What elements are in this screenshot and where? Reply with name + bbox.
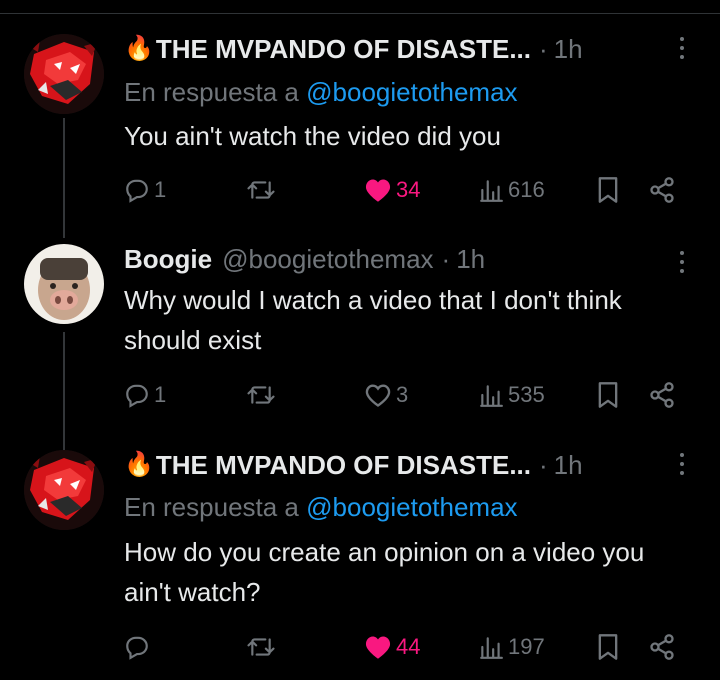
views-icon bbox=[480, 180, 503, 202]
mention-link[interactable]: @boogietothemax bbox=[306, 77, 517, 107]
tweet-text: Why would I watch a video that I don't t… bbox=[124, 285, 622, 355]
tweet[interactable]: Boogie @boogietothemax · 1h Why would I … bbox=[0, 230, 720, 440]
views-icon bbox=[480, 385, 503, 407]
reply-count: 1 bbox=[154, 177, 167, 202]
tweet[interactable]: 🔥 THE MVPANDO OF DISASTE... · 1h En resp… bbox=[0, 440, 720, 680]
reply-icon bbox=[126, 636, 148, 660]
display-name[interactable]: THE MVPANDO OF DISASTE... bbox=[156, 32, 531, 66]
reply-button[interactable] bbox=[124, 629, 154, 665]
replying-to: En respuesta a @boogietothemax bbox=[124, 75, 518, 109]
display-name[interactable]: Boogie bbox=[124, 242, 212, 276]
like-button[interactable]: 34 bbox=[364, 172, 420, 208]
bookmark-icon bbox=[598, 382, 618, 408]
like-button[interactable]: 44 bbox=[364, 629, 420, 665]
timestamp[interactable]: 1h bbox=[554, 448, 583, 482]
tweet-header: 🔥 THE MVPANDO OF DISASTE... · 1h bbox=[124, 32, 650, 66]
heart-icon bbox=[365, 384, 391, 407]
replying-to: En respuesta a @boogietothemax bbox=[124, 490, 518, 524]
tweet[interactable]: 🔥 THE MVPANDO OF DISASTE... · 1h En resp… bbox=[0, 0, 720, 230]
share-button[interactable] bbox=[648, 629, 676, 665]
timestamp[interactable]: 1h bbox=[456, 242, 485, 276]
retweet-button[interactable] bbox=[246, 629, 280, 665]
views-count: 616 bbox=[508, 177, 545, 202]
mention-link[interactable]: @boogietothemax bbox=[306, 492, 517, 522]
fire-emoji: 🔥 bbox=[124, 35, 154, 62]
reply-icon bbox=[126, 179, 148, 203]
retweet-icon bbox=[247, 638, 275, 656]
action-bar: 1 34 616 bbox=[124, 172, 684, 208]
views-count: 535 bbox=[508, 382, 545, 407]
separator-dot: · bbox=[441, 244, 451, 274]
tweet-text: You ain't watch the video did you bbox=[124, 121, 501, 151]
views-button[interactable]: 197 bbox=[478, 629, 545, 665]
views-button[interactable]: 535 bbox=[478, 377, 545, 413]
bookmark-button[interactable] bbox=[596, 629, 620, 665]
share-icon bbox=[650, 382, 674, 408]
bookmark-icon bbox=[598, 634, 618, 660]
like-count: 34 bbox=[396, 177, 421, 202]
share-button[interactable] bbox=[648, 377, 676, 413]
share-icon bbox=[650, 177, 674, 203]
more-icon[interactable] bbox=[678, 251, 686, 273]
display-name[interactable]: THE MVPANDO OF DISASTE... bbox=[156, 448, 531, 482]
reply-button[interactable]: 1 bbox=[124, 377, 166, 413]
views-icon bbox=[480, 637, 503, 659]
avatar[interactable] bbox=[24, 450, 104, 530]
like-button[interactable]: 3 bbox=[364, 377, 408, 413]
avatar[interactable] bbox=[24, 34, 104, 114]
like-count: 44 bbox=[396, 634, 421, 659]
reply-button[interactable]: 1 bbox=[124, 172, 166, 208]
tweet-text: How do you create an opinion on a video … bbox=[124, 537, 645, 607]
share-icon bbox=[650, 634, 674, 660]
share-button[interactable] bbox=[648, 172, 676, 208]
separator-dot: · bbox=[539, 450, 548, 480]
bookmark-button[interactable] bbox=[596, 172, 620, 208]
replying-prefix: En respuesta a bbox=[124, 492, 307, 522]
separator-dot: · bbox=[539, 34, 548, 64]
retweet-button[interactable] bbox=[246, 377, 280, 413]
more-icon[interactable] bbox=[678, 37, 686, 59]
like-count: 3 bbox=[396, 382, 409, 407]
user-handle[interactable]: @boogietothemax bbox=[222, 242, 433, 276]
bookmark-icon bbox=[598, 177, 618, 203]
views-count: 197 bbox=[508, 634, 545, 659]
more-icon[interactable] bbox=[678, 453, 686, 475]
avatar[interactable] bbox=[24, 244, 104, 324]
tweet-header: Boogie @boogietothemax · 1h bbox=[124, 242, 650, 276]
action-bar: 44 197 bbox=[124, 629, 684, 665]
heart-icon bbox=[365, 179, 391, 202]
replying-prefix: En respuesta a bbox=[124, 77, 307, 107]
heart-icon bbox=[365, 636, 391, 659]
timestamp[interactable]: 1h bbox=[554, 32, 583, 66]
views-button[interactable]: 616 bbox=[478, 172, 545, 208]
reply-icon bbox=[126, 384, 148, 408]
reply-count: 1 bbox=[154, 382, 167, 407]
retweet-icon bbox=[247, 386, 275, 404]
retweet-button[interactable] bbox=[246, 172, 280, 208]
retweet-icon bbox=[247, 181, 275, 199]
action-bar: 1 3 535 bbox=[124, 377, 684, 413]
bookmark-button[interactable] bbox=[596, 377, 620, 413]
fire-emoji: 🔥 bbox=[124, 451, 154, 478]
tweet-header: 🔥 THE MVPANDO OF DISASTE... · 1h bbox=[124, 448, 650, 482]
